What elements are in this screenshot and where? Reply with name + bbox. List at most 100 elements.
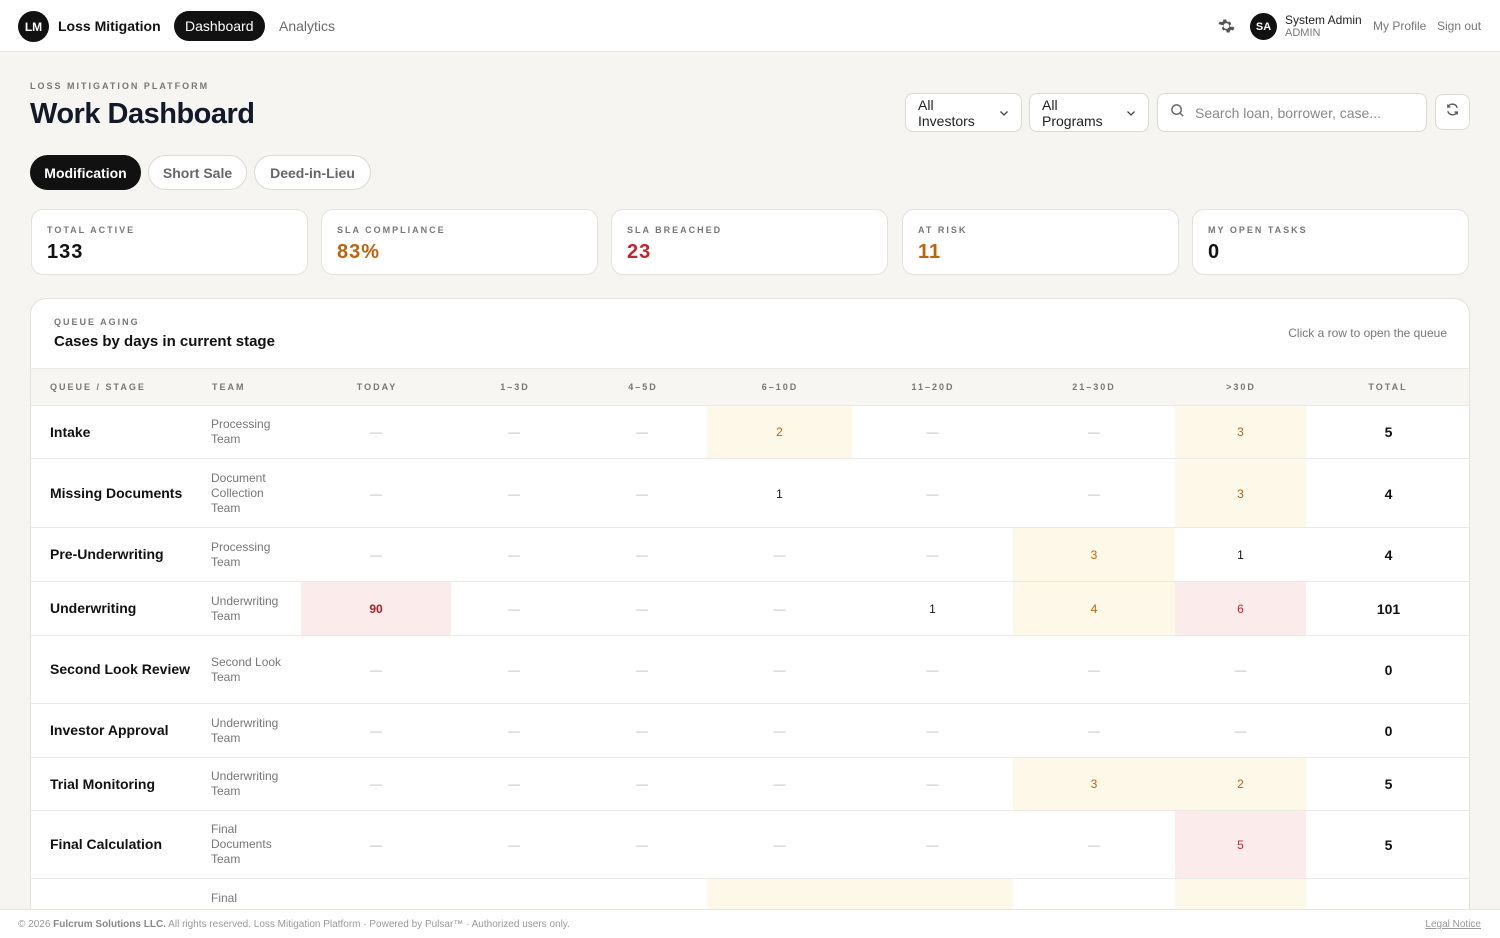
sign-out-link[interactable]: Sign out [1437, 19, 1481, 33]
cell-value: — [636, 723, 648, 738]
col-header-6-10d: 6–10D [761, 382, 799, 392]
cell-6-10d: 2 [707, 406, 852, 458]
cell-over-30d: — [1175, 704, 1306, 757]
program-filter-label: All Programs [1042, 96, 1103, 129]
stat-label: SLA BREACHED [627, 225, 723, 235]
cell-value: — [508, 547, 520, 562]
stat-card-total-active: TOTAL ACTIVE 133 [31, 209, 308, 275]
cell-value: — [1088, 723, 1100, 738]
search-input[interactable] [1195, 104, 1414, 121]
cell-21-30d: — [1013, 406, 1175, 458]
col-header-over-30d: >30D [1226, 382, 1256, 392]
legal-notice-link[interactable]: Legal Notice [1425, 919, 1481, 930]
cell-value: — [926, 662, 939, 677]
total-value: 101 [1376, 600, 1401, 617]
tab-modification[interactable]: Modification [30, 155, 141, 190]
cell-value: — [370, 547, 382, 562]
team-name: Final Documents Team [211, 822, 272, 866]
cell-21-30d: 3 [1013, 528, 1175, 581]
chevron-down-icon [999, 105, 1009, 121]
cell-11-20d: 1 [852, 582, 1013, 635]
table-row[interactable]: Final Calculation Final Documents Team — — —… [31, 811, 1469, 879]
program-filter[interactable]: All Programs [1029, 93, 1149, 132]
table-row[interactable]: Trial Monitoring Underwriting Team — — — — — 3 2… [31, 758, 1469, 811]
stat-value: 83% [337, 241, 381, 263]
cell-value: — [508, 837, 520, 852]
stat-label: MY OPEN TASKS [1208, 225, 1308, 235]
queue-aging-panel: QUEUE AGING Cases by days in current sta… [30, 298, 1470, 938]
cell-1-3d: — [451, 460, 577, 527]
tab-short-sale[interactable]: Short Sale [148, 155, 247, 190]
nav-tab-dashboard[interactable]: Dashboard [174, 11, 265, 41]
cell-value: 2 [1237, 777, 1244, 791]
stat-label: SLA COMPLIANCE [337, 225, 446, 235]
cell-value: — [926, 723, 939, 738]
footer-text-post: All rights reserved. Loss Mitigation Pla… [165, 919, 570, 930]
table-row[interactable]: Underwriting Underwriting Team 90 — — — 1 4 6 101 [31, 582, 1469, 636]
app-name[interactable]: Loss Mitigation [58, 18, 161, 34]
stat-value: 0 [1208, 241, 1221, 263]
table-row[interactable]: Second Look Review Second Look Team — — — — — —… [31, 636, 1469, 704]
cell-1-3d: — [451, 582, 577, 635]
cell-value: — [926, 547, 939, 562]
stat-card-at-risk: AT RISK 11 [902, 209, 1179, 275]
cell-value: 3 [1237, 486, 1244, 501]
cell-11-20d: — [852, 528, 1013, 581]
cell-value: — [508, 601, 520, 616]
total-value: 0 [1384, 661, 1393, 678]
cell-today: — [301, 528, 451, 581]
cell-total: 5 [1306, 811, 1469, 878]
cell-6-10d: — [707, 758, 852, 810]
my-profile-link[interactable]: My Profile [1373, 19, 1426, 33]
cell-1-3d: — [451, 811, 577, 878]
cell-today: — [301, 406, 451, 458]
cell-1-3d: — [451, 406, 577, 458]
cell-value: — [370, 777, 382, 791]
cell-today: 90 [301, 582, 451, 635]
tab-deed-in-lieu[interactable]: Deed-in-Lieu [254, 155, 371, 190]
cell-value: 5 [1237, 837, 1244, 852]
cell-6-10d: — [707, 811, 852, 878]
cell-4-5d: — [577, 582, 707, 635]
cell-value: — [773, 777, 786, 791]
cell-total: 5 [1306, 406, 1469, 458]
investor-filter-label: All Investors [918, 96, 975, 129]
table-row[interactable]: Investor Approval Underwriting Team — — — — — —… [31, 704, 1469, 758]
refresh-button[interactable] [1435, 94, 1470, 130]
cell-value: — [636, 662, 648, 677]
cell-4-5d: — [577, 460, 707, 527]
cell-4-5d: — [577, 704, 707, 757]
app-logo[interactable]: LM [18, 11, 49, 42]
cell-4-5d: — [577, 406, 707, 458]
table-row[interactable]: Missing Documents Document Collection Tea… [31, 460, 1469, 528]
total-value: 0 [1384, 722, 1393, 739]
cell-over-30d: 3 [1175, 406, 1306, 458]
cell-today: — [301, 460, 451, 527]
cell-value: — [370, 662, 382, 677]
user-name: System Admin [1285, 13, 1362, 27]
cell-over-30d: 1 [1175, 528, 1306, 581]
cell-value: 2 [776, 425, 783, 439]
cell-over-30d: 2 [1175, 758, 1306, 810]
cell-total: 4 [1306, 460, 1469, 527]
table-row[interactable]: Pre-Underwriting Processing Team — — — — — 3 1 4 [31, 528, 1469, 582]
cell-value: 1 [776, 486, 783, 501]
cell-1-3d: — [451, 704, 577, 757]
cell-today: — [301, 704, 451, 757]
nav-tab-analytics[interactable]: Analytics [268, 11, 346, 41]
avatar[interactable]: SA [1250, 13, 1277, 40]
search-box[interactable] [1157, 93, 1427, 132]
queue-stage-name: Final Calculation [50, 836, 163, 852]
investor-filter[interactable]: All Investors [905, 93, 1022, 132]
cell-11-20d: — [852, 406, 1013, 458]
cell-21-30d: — [1013, 636, 1175, 703]
cell-value: 90 [369, 601, 383, 616]
cell-value: 6 [1237, 601, 1244, 616]
queue-stage-name: Intake [50, 423, 91, 440]
cell-value: — [926, 425, 939, 439]
cell-value: — [773, 837, 786, 852]
gear-icon[interactable] [1215, 16, 1235, 36]
cell-value: — [636, 547, 648, 562]
table-row[interactable]: Intake Processing Team — — — 2 — — 3 5 [31, 406, 1469, 459]
col-header-today: TODAY [356, 382, 398, 392]
